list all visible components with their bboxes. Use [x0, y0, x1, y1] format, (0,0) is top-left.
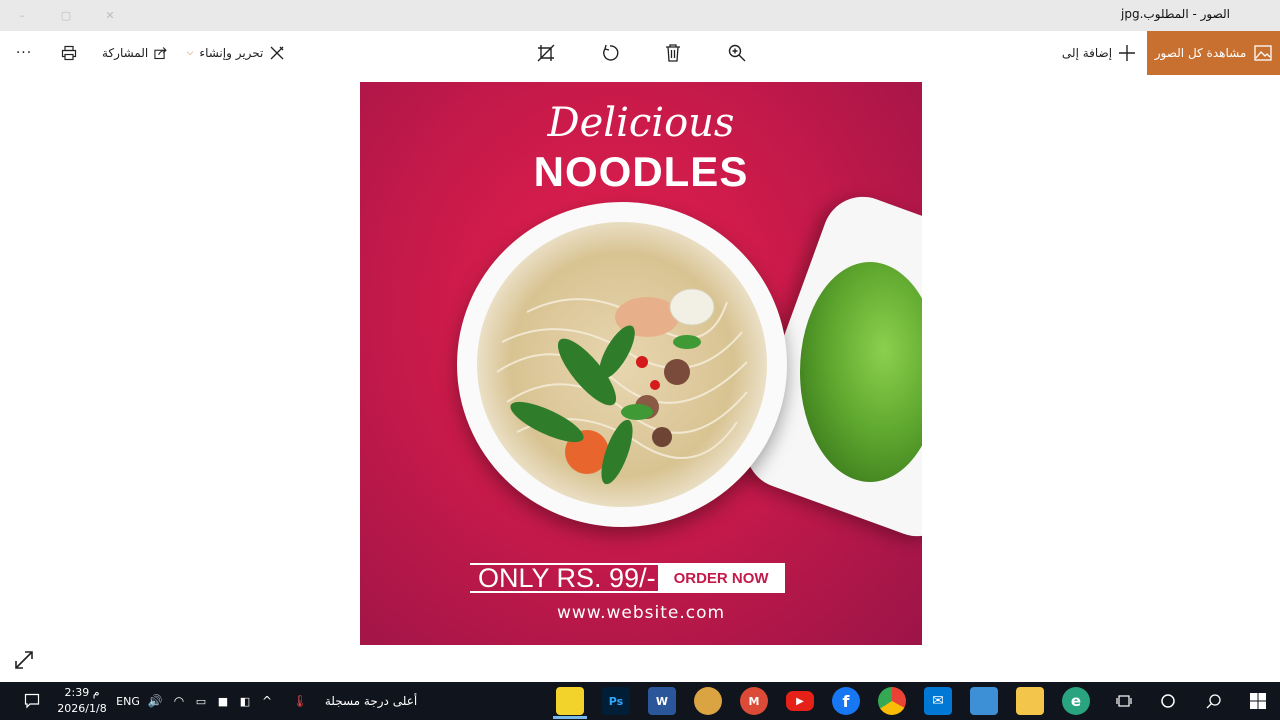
share-icon	[154, 47, 167, 60]
website-text: www.website.com	[556, 603, 726, 623]
more-button[interactable]: ···	[8, 31, 40, 75]
share-label: المشاركة	[102, 46, 149, 60]
price-banner: ONLY RS. 99/- ORDER NOW	[470, 563, 785, 593]
rotate-button[interactable]	[596, 31, 624, 75]
title-bar: – ▢ ✕ الصور - المطلوب.jpg	[0, 0, 1280, 31]
taskbar: 2:39 م 2026/1/8 ENG 🔊 ◠ ▭ ■ ◧ ^ 🌡 أعلى د…	[0, 682, 1280, 720]
poster-headline: NOODLES	[533, 148, 749, 195]
photo-view: Delicious NOODLES ONLY RS. 99/- ORDER NO…	[360, 82, 922, 645]
minimize-button[interactable]: –	[0, 0, 44, 31]
mail-icon[interactable]: ✉	[924, 687, 952, 715]
word-icon[interactable]: W	[648, 687, 676, 715]
image-icon	[1254, 45, 1272, 61]
noodle-soup	[477, 222, 767, 507]
delete-button[interactable]	[659, 31, 687, 75]
crop-button[interactable]	[532, 31, 560, 75]
weather-widget[interactable]: أعلى درجة مسجلة	[316, 682, 426, 720]
active-app-indicator	[553, 716, 587, 719]
close-button[interactable]: ✕	[88, 0, 132, 31]
wifi-icon[interactable]: ◠	[170, 682, 188, 720]
file-explorer-icon[interactable]	[1016, 687, 1044, 715]
view-all-label: مشاهدة كل الصور	[1154, 46, 1247, 60]
clock-date: 2026/1/8	[57, 702, 107, 715]
cortana-icon[interactable]	[1154, 682, 1182, 720]
price-text: ONLY RS. 99/-	[470, 563, 658, 593]
meet-now-icon[interactable]: ◧	[236, 682, 254, 720]
zoom-button[interactable]	[723, 31, 751, 75]
task-view-icon[interactable]	[1110, 682, 1138, 720]
plus-icon	[1119, 45, 1136, 61]
maximize-button[interactable]: ▢	[44, 0, 88, 31]
edit-create-button[interactable]: ⌵ تحرير وإنشاء	[186, 31, 286, 75]
print-button[interactable]	[56, 31, 82, 75]
print-icon	[61, 45, 77, 61]
toolbar: ··· المشاركة ⌵ تحرير وإنشاء إضافة إلى مش…	[0, 31, 1280, 75]
chrome-icon[interactable]	[878, 687, 906, 715]
chevron-up-icon[interactable]: ^	[258, 682, 276, 720]
photos-app-icon[interactable]	[556, 687, 584, 715]
camera-icon[interactable]: ■	[214, 682, 232, 720]
start-windows-icon[interactable]	[1244, 682, 1272, 720]
noodle-illustration	[496, 288, 748, 485]
window-controls: – ▢ ✕	[0, 0, 132, 31]
more-icon: ···	[15, 45, 33, 61]
volume-icon[interactable]: 🔊	[146, 682, 164, 720]
delete-icon	[666, 44, 680, 62]
search-icon[interactable]	[1200, 682, 1228, 720]
thermometer-icon[interactable]: 🌡	[290, 682, 310, 720]
chrome-profile-1-icon[interactable]	[694, 687, 722, 715]
battery-icon[interactable]: ▭	[192, 682, 210, 720]
expand-icon[interactable]	[13, 649, 35, 671]
noodle-bowl	[457, 202, 787, 527]
order-now-badge: ORDER NOW	[657, 563, 785, 593]
poster-script-title: Delicious	[547, 100, 735, 146]
edit-icon	[270, 46, 284, 60]
window-title: الصور - المطلوب.jpg	[1121, 7, 1230, 21]
rotate-icon	[603, 44, 619, 61]
clock[interactable]: 2:39 م 2026/1/8	[54, 682, 110, 720]
edge-icon[interactable]: e	[1062, 687, 1090, 715]
zoom-icon	[728, 44, 746, 62]
photoshop-icon[interactable]: Ps	[602, 687, 630, 715]
crop-icon	[537, 44, 555, 62]
chrome-profile-2-icon[interactable]: M	[740, 687, 768, 715]
add-to-label: إضافة إلى	[1061, 46, 1113, 60]
view-all-photos-button[interactable]: مشاهدة كل الصور	[1147, 31, 1280, 75]
clock-time: 2:39 م	[64, 686, 100, 699]
add-to-button[interactable]: إضافة إلى	[1058, 31, 1140, 75]
share-button[interactable]: المشاركة	[102, 31, 168, 75]
photos-app-window: – ▢ ✕ الصور - المطلوب.jpg ··· المشاركة ⌵…	[0, 0, 1280, 682]
notification-center-button[interactable]	[18, 682, 46, 720]
facebook-icon[interactable]: f	[832, 687, 860, 715]
chevron-down-icon: ⌵	[186, 48, 194, 58]
youtube-icon[interactable]: ▶	[786, 691, 814, 711]
language-indicator[interactable]: ENG	[114, 682, 142, 720]
edit-create-label: تحرير وإنشاء	[199, 46, 264, 60]
store-icon[interactable]	[970, 687, 998, 715]
chat-bubble-icon	[24, 693, 40, 709]
